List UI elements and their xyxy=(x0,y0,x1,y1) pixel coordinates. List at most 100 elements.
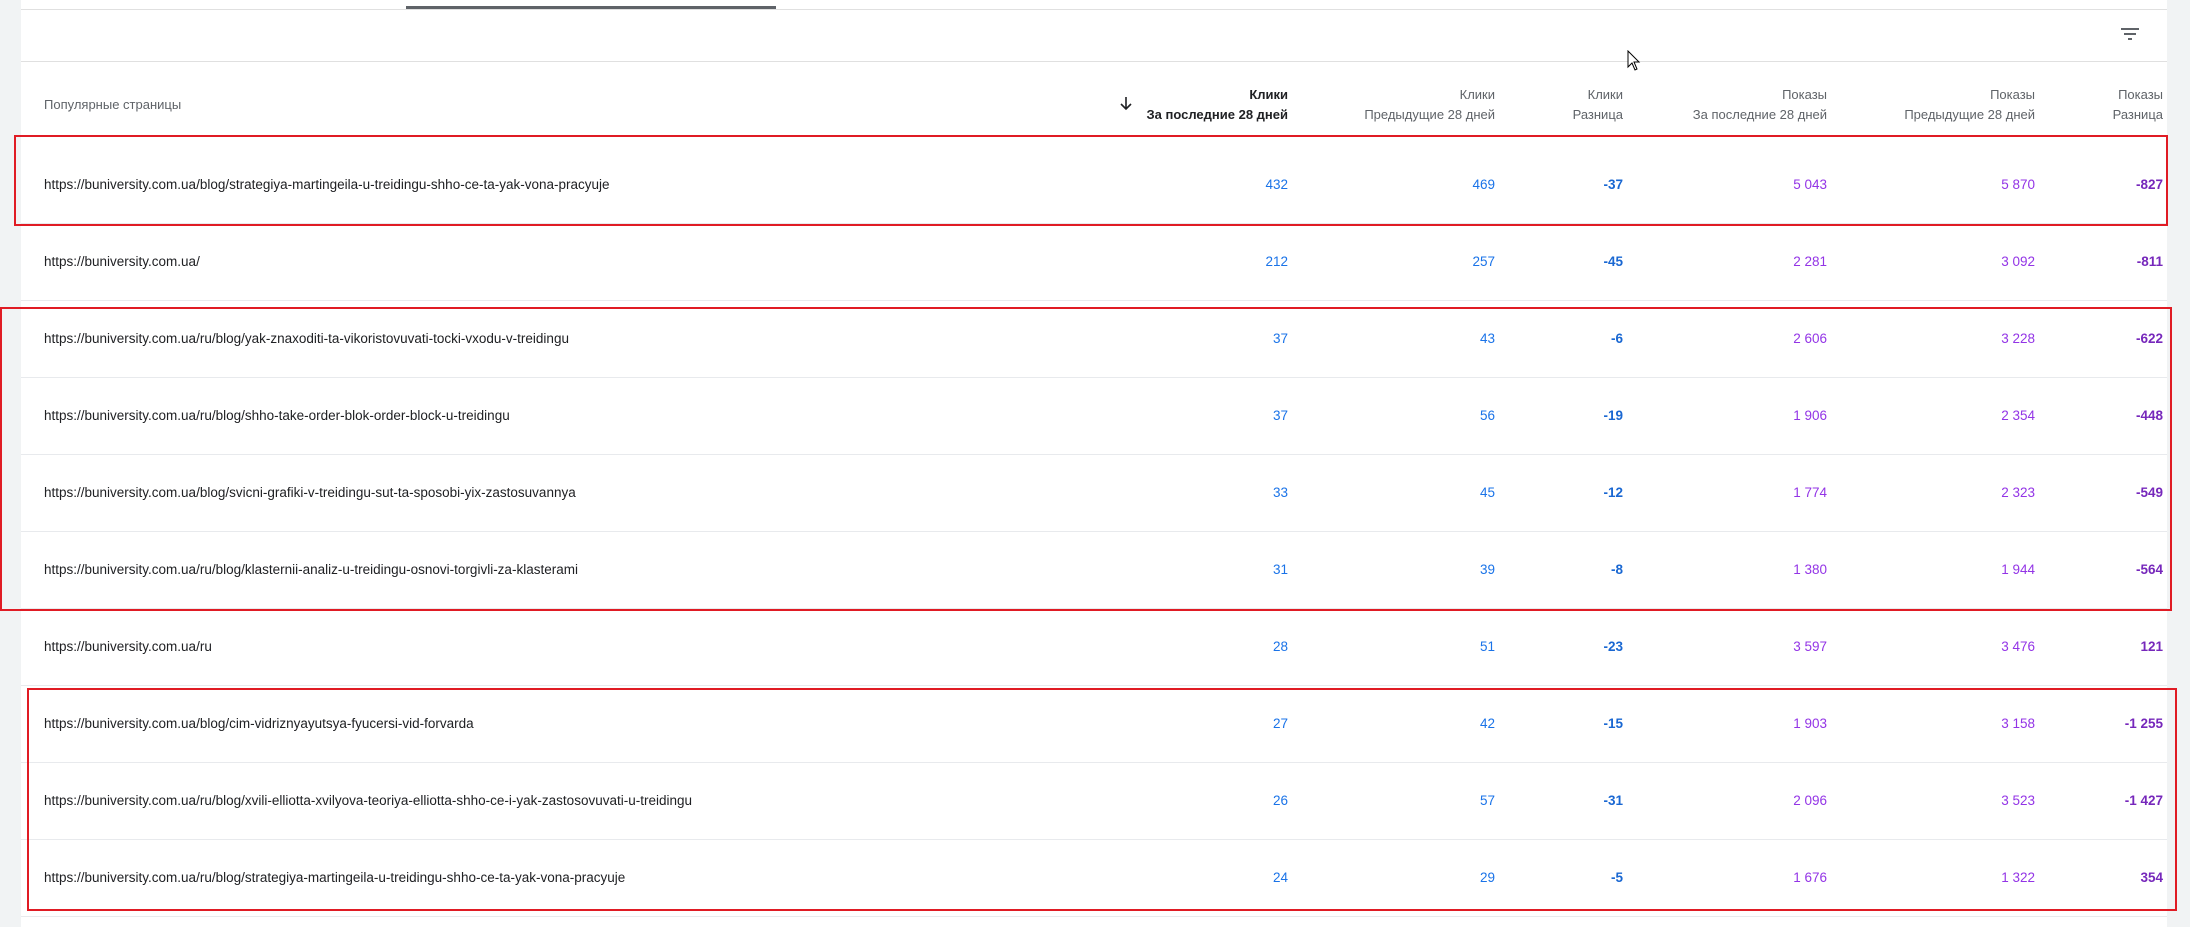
impressions-previous: 3 476 xyxy=(2001,639,2035,654)
table-row[interactable]: https://buniversity.com.ua/ru/blog/yak-z… xyxy=(21,301,2167,378)
page-url[interactable]: https://buniversity.com.ua/blog/cim-vidr… xyxy=(44,686,474,762)
page-url[interactable]: https://buniversity.com.ua/blog/svicni-g… xyxy=(44,455,576,531)
clicks-current: 432 xyxy=(1265,177,1288,192)
clicks-previous: 45 xyxy=(1479,485,1495,500)
clicks-current: 26 xyxy=(1272,793,1288,808)
clicks-diff: -12 xyxy=(1603,485,1623,500)
impressions-previous: 3 158 xyxy=(2001,716,2035,731)
clicks-diff: -6 xyxy=(1610,331,1623,346)
impressions-diff: 354 xyxy=(2140,870,2163,885)
page-url[interactable]: https://buniversity.com.ua/ru xyxy=(44,609,212,685)
clicks-previous: 43 xyxy=(1479,331,1495,346)
divider xyxy=(21,9,2167,10)
clicks-previous: 42 xyxy=(1479,716,1495,731)
table-row[interactable]: https://buniversity.com.ua/ru 28 51 -23 … xyxy=(21,609,2167,686)
page-url[interactable]: https://buniversity.com.ua/ru/blog/shho-… xyxy=(44,378,510,454)
impressions-diff: -811 xyxy=(2136,254,2163,269)
impressions-current: 1 676 xyxy=(1793,870,1827,885)
impressions-previous: 2 354 xyxy=(2001,408,2035,423)
clicks-current: 37 xyxy=(1272,331,1288,346)
column-header-period: За последние 28 дней xyxy=(1146,107,1289,122)
performance-table-card: Популярные страницы Клики За последние 2… xyxy=(21,0,2167,927)
impressions-diff: -1 427 xyxy=(2124,793,2163,808)
impressions-previous: 1 322 xyxy=(2001,870,2035,885)
clicks-diff: -45 xyxy=(1603,254,1623,269)
column-header-metric: Клики xyxy=(1587,87,1623,102)
column-header-period: Разница xyxy=(2112,107,2163,122)
table-row[interactable]: https://buniversity.com.ua/ru/blog/klast… xyxy=(21,532,2167,609)
impressions-previous: 2 323 xyxy=(2001,485,2035,500)
impressions-previous: 3 228 xyxy=(2001,331,2035,346)
column-header-metric: Показы xyxy=(1990,87,2035,102)
clicks-diff: -31 xyxy=(1603,793,1623,808)
table-row[interactable]: https://buniversity.com.ua/ru/blog/strat… xyxy=(21,840,2167,917)
impressions-diff: -1 255 xyxy=(2124,716,2163,731)
table-row[interactable]: https://buniversity.com.ua/ 212 257 -45 … xyxy=(21,224,2167,301)
column-header-metric: Показы xyxy=(2118,87,2163,102)
column-header-metric: Показы xyxy=(1782,87,1827,102)
impressions-diff: -549 xyxy=(2135,485,2163,500)
clicks-previous: 56 xyxy=(1479,408,1495,423)
impressions-current: 2 096 xyxy=(1793,793,1827,808)
table-row[interactable]: https://buniversity.com.ua/ru/blog/shho-… xyxy=(21,378,2167,455)
clicks-current: 28 xyxy=(1272,639,1288,654)
clicks-diff: -8 xyxy=(1610,562,1623,577)
page-url[interactable]: https://buniversity.com.ua/ru/blog/strat… xyxy=(44,840,625,916)
clicks-previous: 57 xyxy=(1479,793,1495,808)
page-url[interactable]: https://buniversity.com.ua/ru/blog/xvili… xyxy=(44,763,692,839)
clicks-previous: 39 xyxy=(1479,562,1495,577)
impressions-previous: 1 944 xyxy=(2001,562,2035,577)
page-url[interactable]: https://buniversity.com.ua/ru/blog/yak-z… xyxy=(44,301,569,377)
clicks-diff: -37 xyxy=(1603,177,1623,192)
clicks-previous: 257 xyxy=(1472,254,1495,269)
clicks-current: 27 xyxy=(1272,716,1288,731)
column-header-impressions-current[interactable]: Показы За последние 28 дней xyxy=(1693,85,1827,125)
mouse-cursor-icon xyxy=(1627,49,1641,72)
clicks-diff: -19 xyxy=(1603,408,1623,423)
clicks-current: 24 xyxy=(1272,870,1288,885)
impressions-current: 5 043 xyxy=(1793,177,1827,192)
column-header-period: Предыдущие 28 дней xyxy=(1364,107,1495,122)
page-url[interactable]: https://buniversity.com.ua/blog/strategi… xyxy=(44,147,610,223)
impressions-current: 3 597 xyxy=(1793,639,1827,654)
impressions-current: 2 281 xyxy=(1793,254,1827,269)
clicks-current: 31 xyxy=(1272,562,1288,577)
column-header-impressions-previous[interactable]: Показы Предыдущие 28 дней xyxy=(1904,85,2035,125)
page-url[interactable]: https://buniversity.com.ua/ xyxy=(44,224,200,300)
column-header-period: Предыдущие 28 дней xyxy=(1904,107,2035,122)
divider xyxy=(21,61,2167,62)
column-header-clicks-current[interactable]: Клики За последние 28 дней xyxy=(1147,85,1289,125)
impressions-diff: -827 xyxy=(2135,177,2163,192)
impressions-previous: 5 870 xyxy=(2001,177,2035,192)
impressions-current: 2 606 xyxy=(1793,331,1827,346)
column-header-impressions-diff[interactable]: Показы Разница xyxy=(2113,85,2163,125)
clicks-current: 212 xyxy=(1265,254,1288,269)
clicks-diff: -23 xyxy=(1603,639,1623,654)
column-header-metric: Клики xyxy=(1249,87,1288,102)
impressions-current: 1 774 xyxy=(1793,485,1827,500)
table-row[interactable]: https://buniversity.com.ua/blog/svicni-g… xyxy=(21,455,2167,532)
column-header-clicks-diff[interactable]: Клики Разница xyxy=(1573,85,1623,125)
impressions-diff: -448 xyxy=(2135,408,2163,423)
page-url[interactable]: https://buniversity.com.ua/ru/blog/klast… xyxy=(44,532,578,608)
column-header-pages[interactable]: Популярные страницы xyxy=(44,95,181,115)
filter-list-icon[interactable] xyxy=(2118,22,2142,46)
table-row[interactable]: https://buniversity.com.ua/blog/strategi… xyxy=(21,147,2167,224)
column-header-clicks-previous[interactable]: Клики Предыдущие 28 дней xyxy=(1364,85,1495,125)
column-header-period: Разница xyxy=(1572,107,1623,122)
clicks-current: 33 xyxy=(1272,485,1288,500)
column-header-period: За последние 28 дней xyxy=(1692,107,1827,122)
table-row[interactable]: https://buniversity.com.ua/blog/cim-vidr… xyxy=(21,686,2167,763)
impressions-diff: 121 xyxy=(2140,639,2163,654)
impressions-current: 1 903 xyxy=(1793,716,1827,731)
impressions-previous: 3 092 xyxy=(2001,254,2035,269)
impressions-diff: -564 xyxy=(2135,562,2163,577)
table-row[interactable]: https://buniversity.com.ua/ru/blog/xvili… xyxy=(21,763,2167,840)
impressions-current: 1 906 xyxy=(1793,408,1827,423)
impressions-current: 1 380 xyxy=(1793,562,1827,577)
clicks-diff: -15 xyxy=(1603,716,1623,731)
clicks-current: 37 xyxy=(1272,408,1288,423)
column-header-metric: Клики xyxy=(1459,87,1495,102)
clicks-previous: 51 xyxy=(1479,639,1495,654)
clicks-previous: 469 xyxy=(1472,177,1495,192)
